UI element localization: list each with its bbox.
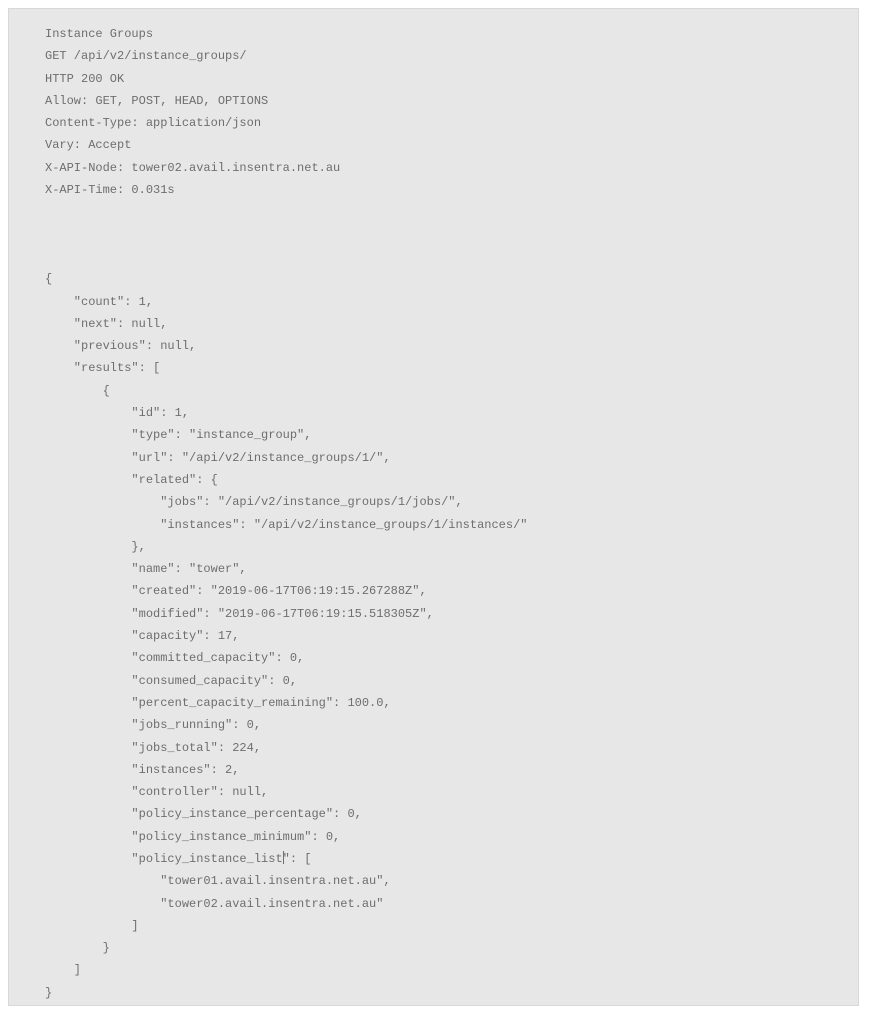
json-related-open: "related": { [45,473,218,487]
json-type: "type": "instance_group", [45,428,311,442]
header-api-time: X-API-Time: 0.031s [45,183,175,197]
json-results-open: "results": [ [45,361,160,375]
header-api-node: X-API-Node: tower02.avail.insentra.net.a… [45,161,340,175]
json-consumed-capacity: "consumed_capacity": 0, [45,674,297,688]
json-jobs-running: "jobs_running": 0, [45,718,261,732]
json-policy-item-2: "tower02.avail.insentra.net.au" [45,897,383,911]
header-vary: Vary: Accept [45,138,131,152]
json-policy-item-1: "tower01.avail.insentra.net.au", [45,874,391,888]
json-previous: "previous": null, [45,339,196,353]
header-status: HTTP 200 OK [45,72,124,86]
json-related-instances: "instances": "/api/v2/instance_groups/1/… [45,518,527,532]
json-policy-instance-minimum: "policy_instance_minimum": 0, [45,830,340,844]
json-open: { [45,272,52,286]
json-id: "id": 1, [45,406,189,420]
json-related-close: }, [45,540,146,554]
json-results-close: ] [45,963,81,977]
json-url: "url": "/api/v2/instance_groups/1/", [45,451,391,465]
header-content-type: Content-Type: application/json [45,116,261,130]
json-related-jobs: "jobs": "/api/v2/instance_groups/1/jobs/… [45,495,463,509]
json-policy-instance-list-suffix: ": [ [283,852,312,866]
json-committed-capacity: "committed_capacity": 0, [45,651,304,665]
json-count: "count": 1, [45,295,153,309]
json-jobs-total: "jobs_total": 224, [45,741,261,755]
json-policy-close: ] [45,919,139,933]
json-name: "name": "tower", [45,562,247,576]
api-response-block: Instance Groups GET /api/v2/instance_gro… [8,8,859,1006]
json-controller: "controller": null, [45,785,268,799]
json-next: "next": null, [45,317,167,331]
json-policy-instance-list-prefix: "policy_instance_list [45,852,283,866]
json-created: "created": "2019-06-17T06:19:15.267288Z"… [45,584,427,598]
text-cursor-icon [283,851,284,864]
json-policy-instance-percentage: "policy_instance_percentage": 0, [45,807,362,821]
json-item-open: { [45,384,110,398]
json-modified: "modified": "2019-06-17T06:19:15.518305Z… [45,607,434,621]
json-instances: "instances": 2, [45,763,239,777]
header-allow: Allow: GET, POST, HEAD, OPTIONS [45,94,268,108]
header-title: Instance Groups [45,27,153,41]
json-item-close: } [45,941,110,955]
header-request-line: GET /api/v2/instance_groups/ [45,49,247,63]
json-close: } [45,986,52,1000]
json-percent-capacity-remaining: "percent_capacity_remaining": 100.0, [45,696,391,710]
json-capacity: "capacity": 17, [45,629,239,643]
